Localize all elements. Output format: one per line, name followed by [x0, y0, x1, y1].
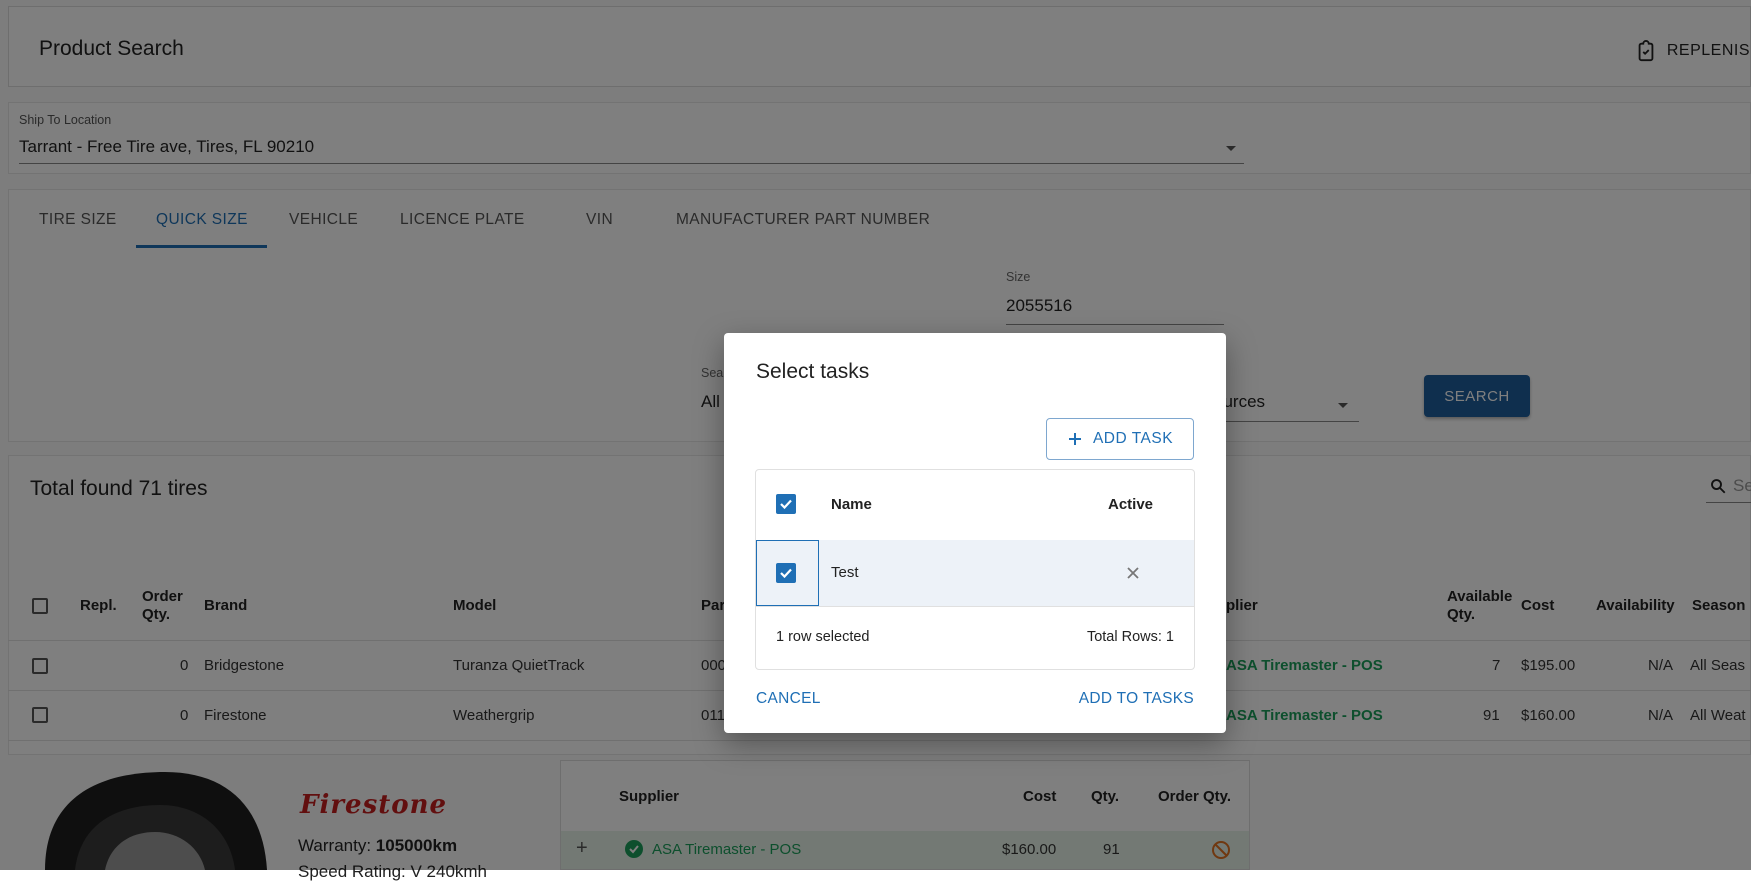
add-task-button[interactable]: ADD TASK [1046, 418, 1194, 460]
row-select-checkbox[interactable] [776, 563, 796, 583]
grid-col-name[interactable]: Name [831, 496, 872, 513]
plus-icon [1068, 433, 1081, 445]
dialog-title: Select tasks [756, 360, 870, 383]
grid-header-row: Name Active [756, 470, 1194, 541]
task-name-cell: Test [831, 564, 859, 581]
selected-count-text: 1 row selected [776, 629, 870, 645]
select-tasks-dialog: Select tasks ADD TASK Name Active Test 1… [724, 333, 1226, 733]
cancel-button[interactable]: CANCEL [756, 690, 821, 708]
tasks-grid: Name Active Test 1 row selected Total Ro… [755, 469, 1195, 670]
grid-footer: 1 row selected Total Rows: 1 [756, 607, 1194, 669]
add-to-tasks-button[interactable]: ADD TO TASKS [1079, 690, 1194, 708]
select-all-tasks-checkbox[interactable] [776, 494, 796, 514]
grid-col-active[interactable]: Active [1108, 496, 1153, 513]
total-rows-text: Total Rows: 1 [1086, 629, 1174, 645]
grid-row[interactable]: Test [756, 540, 1194, 607]
add-task-label: ADD TASK [1092, 430, 1174, 447]
checkmark-icon [780, 499, 792, 510]
checkmark-icon [780, 568, 792, 579]
close-icon [1127, 567, 1139, 579]
